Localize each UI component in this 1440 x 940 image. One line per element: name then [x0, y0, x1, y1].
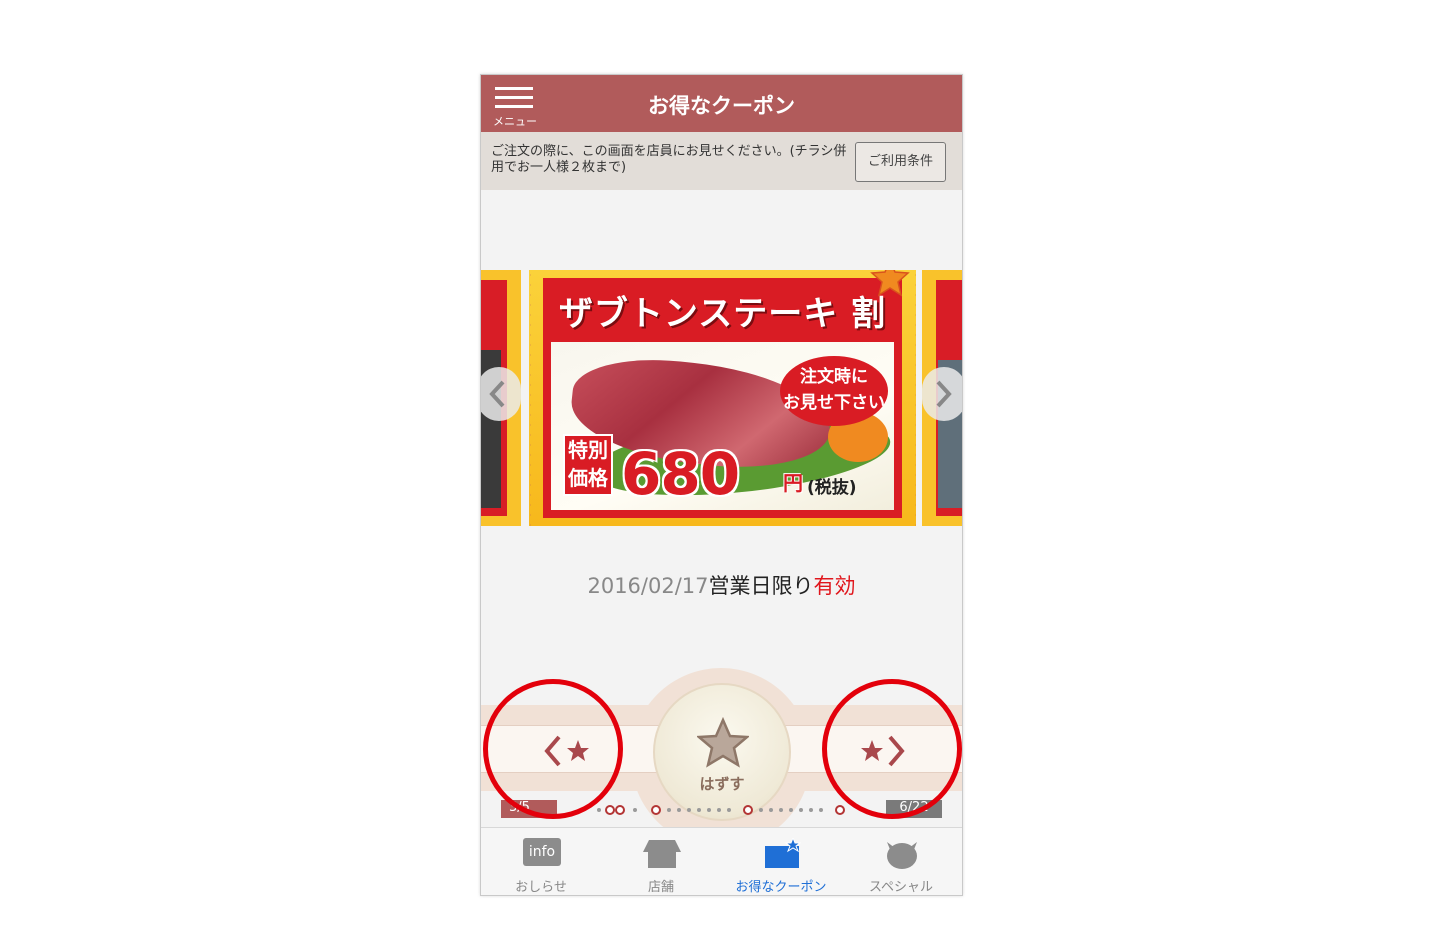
star-icon [697, 717, 749, 768]
special-price-label: 特別 価格 [563, 434, 613, 496]
app-header: メニュー お得なクーポン [481, 75, 962, 132]
page-dot [727, 808, 731, 812]
coupon-card[interactable]: ザブトンステーキ 割引券 特別 価格 680 円 (税抜) 注文時に お見せ下さ… [529, 270, 916, 526]
page-dot [667, 808, 671, 812]
tax-note: (税抜) [807, 478, 857, 498]
special-price-label-line1: 特別 [568, 438, 608, 462]
page-dot [779, 808, 783, 812]
tab-label: スペシャル [868, 880, 934, 895]
page-dot-favorite [615, 805, 625, 815]
page-dot [819, 808, 823, 812]
tab-special[interactable]: スペシャル [841, 828, 961, 895]
phone-screen: メニュー お得なクーポン ご注文の際に、この画面を店員にお見せください。(チラシ… [480, 74, 963, 896]
highlight-circle-right [822, 679, 962, 819]
special-price-label-line2: 価格 [568, 466, 608, 490]
show-at-order-badge: 注文時に お見せ下さい [780, 356, 888, 426]
page-dot [687, 808, 691, 812]
tab-news[interactable]: info おしらせ [481, 828, 601, 895]
highlight-circle-left [483, 679, 623, 819]
special-icon [887, 842, 917, 869]
page-dot [633, 808, 637, 812]
page-dot [707, 808, 711, 812]
page-dot [759, 808, 763, 812]
tab-label: 店舗 [647, 880, 674, 895]
validity-text: 2016/02/17営業日限り有効 [481, 570, 962, 600]
page-dot [769, 808, 773, 812]
badge-line1: 注文時に [800, 367, 868, 387]
coupon-face: ザブトンステーキ 割引券 特別 価格 680 円 (税抜) 注文時に お見せ下さ… [543, 278, 902, 518]
remove-favorite-button[interactable]: はずす [653, 683, 791, 821]
info-icon: info [523, 838, 561, 870]
badge-line2: お見せ下さい [783, 393, 885, 413]
tab-bar: info おしらせ 店舗 お得なクーポン スペシャル [481, 827, 962, 895]
coupon-carousel[interactable]: ザブトンステーキ 割引券 特別 価格 680 円 (税抜) 注文時に お見せ下さ… [481, 270, 962, 526]
carousel-prev-button[interactable] [481, 367, 521, 421]
page-dot [799, 808, 803, 812]
page-dot [717, 808, 721, 812]
favorite-star-icon [870, 270, 910, 297]
page-dot-favorite [835, 805, 845, 815]
page-dot-favorite [605, 805, 615, 815]
info-icon-text: info [523, 838, 561, 866]
page-dot-favorite [743, 805, 753, 815]
chevron-right-icon [936, 380, 952, 408]
tab-store[interactable]: 店舗 [601, 828, 721, 895]
notice-bar: ご注文の際に、この画面を店員にお見せください。(チラシ併用でお一人様２枚まで) … [481, 132, 962, 190]
page-dot [597, 808, 601, 812]
notice-text: ご注文の際に、この画面を店員にお見せください。(チラシ併用でお一人様２枚まで) [491, 144, 847, 175]
page-dot-current [651, 805, 661, 815]
perforation-right [914, 270, 916, 526]
perforation-left [529, 270, 531, 526]
price-unit: 円 [783, 471, 803, 495]
validity-period: 営業日限り [708, 574, 814, 598]
validity-status: 有効 [813, 574, 856, 598]
coupon-price: 680 [621, 440, 740, 508]
chevron-left-icon [489, 380, 505, 408]
validity-date: 2016/02/17 [587, 574, 709, 598]
remove-label: はずす [699, 775, 745, 793]
page-dot [677, 808, 681, 812]
page-dot [697, 808, 701, 812]
page-dot [789, 808, 793, 812]
coupon-icon [765, 838, 801, 868]
carousel-next-button[interactable] [922, 367, 962, 421]
page-title: お得なクーポン [648, 94, 795, 118]
tab-label: おしらせ [515, 880, 567, 895]
tab-label: お得なクーポン [735, 880, 827, 895]
tab-coupon[interactable]: お得なクーポン [721, 828, 841, 895]
store-icon [643, 840, 681, 868]
terms-button[interactable]: ご利用条件 [855, 142, 946, 182]
page-dot [809, 808, 813, 812]
